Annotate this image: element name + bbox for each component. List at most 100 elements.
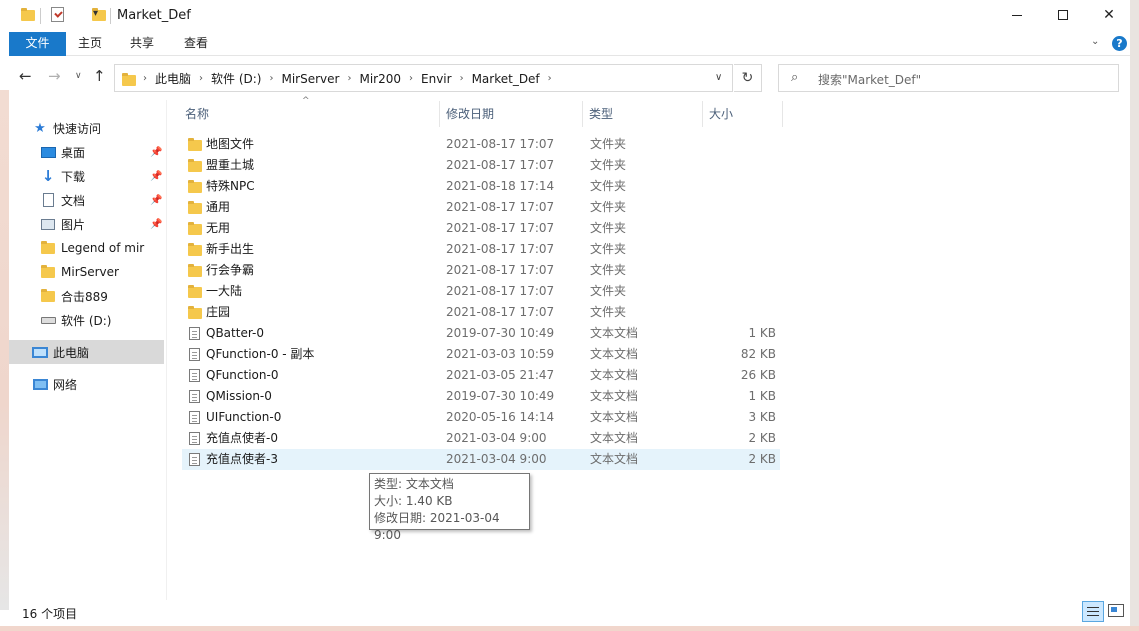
recent-locations-icon[interactable]: ∨ (75, 71, 82, 81)
chevron-right-icon[interactable]: › (195, 73, 207, 84)
table-row[interactable]: QBatter-0 2019-07-30 10:49 文本文档 1 KB (182, 323, 782, 344)
text-file-icon (189, 453, 200, 466)
minimize-button[interactable] (994, 0, 1040, 30)
pin-icon[interactable]: 📌 (150, 147, 162, 158)
table-row[interactable]: 行会争霸 2021-08-17 17:07 文件夹 (182, 260, 782, 281)
file-name: 充值点使者-0 (206, 431, 278, 445)
column-header-date[interactable]: 修改日期 (440, 101, 583, 127)
download-icon: ↓ (41, 167, 55, 185)
sidebar-item-legend-of-mir[interactable]: Legend of mir (9, 236, 164, 260)
chevron-right-icon[interactable]: › (265, 73, 277, 84)
table-row[interactable]: 新手出生 2021-08-17 17:07 文件夹 (182, 239, 782, 260)
sidebar-item-heji889[interactable]: 合击889 (9, 284, 164, 308)
details-view-button[interactable] (1082, 601, 1104, 622)
search-input[interactable]: ⌕ 搜索"Market_Def" (778, 64, 1119, 92)
sidebar-item-label: 网络 (53, 377, 78, 392)
file-date: 2021-08-17 17:07 (446, 242, 555, 256)
sidebar-item-drive-d[interactable]: 软件 (D:) (9, 308, 164, 332)
pin-icon[interactable]: 📌 (150, 171, 162, 182)
file-type: 文本文档 (590, 431, 639, 445)
sidebar-item-label: 此电脑 (53, 345, 90, 360)
table-row[interactable]: 庄园 2021-08-17 17:07 文件夹 (182, 302, 782, 323)
back-button[interactable]: ← (19, 67, 32, 85)
tab-share[interactable]: 共享 (117, 32, 167, 56)
pin-icon[interactable]: 📌 (150, 195, 162, 206)
table-row[interactable]: QFunction-0 - 副本 2021-03-03 10:59 文本文档 82 K… (182, 344, 782, 365)
table-row[interactable]: UIFunction-0 2020-05-16 14:14 文本文档 3 KB (182, 407, 782, 428)
folder-icon (188, 264, 202, 277)
star-icon: ★ (34, 120, 46, 136)
tooltip-type: 类型: 文本文档 (374, 477, 454, 491)
folder-icon (188, 222, 202, 235)
folder-icon (188, 180, 202, 193)
table-row[interactable]: 特殊NPC 2021-08-18 17:14 文件夹 (182, 176, 782, 197)
folder-icon (188, 243, 202, 256)
sidebar-item-desktop[interactable]: 桌面 📌 (9, 140, 164, 164)
file-name: QBatter-0 (206, 326, 264, 340)
navigation-pane: ★ 快速访问 桌面 📌 ↓ 下载 📌 文档 📌 图片 📌 Legend of m… (9, 100, 167, 600)
window-title: Market_Def (117, 8, 191, 23)
chevron-right-icon[interactable]: › (456, 73, 468, 84)
sidebar-item-network[interactable]: 网络 (9, 372, 164, 396)
breadcrumb: › 此电脑 › 软件 (D:) › MirServer › Mir200 › E… (139, 70, 556, 87)
breadcrumb-item[interactable]: MirServer (277, 72, 343, 86)
table-row[interactable]: 无用 2021-08-17 17:07 文件夹 (182, 218, 782, 239)
tab-file[interactable]: 文件 (9, 32, 66, 56)
expand-ribbon-icon[interactable]: ⌄ (1091, 36, 1099, 47)
table-row[interactable]: QMission-0 2019-07-30 10:49 文本文档 1 KB (182, 386, 782, 407)
table-row[interactable]: QFunction-0 2021-03-05 21:47 文本文档 26 KB (182, 365, 782, 386)
table-row[interactable]: 充值点使者-0 2021-03-04 9:00 文本文档 2 KB (182, 428, 782, 449)
column-header-name[interactable]: 名称 (182, 101, 440, 127)
chevron-down-icon[interactable]: ∨ (715, 72, 722, 83)
file-name: 特殊NPC (206, 179, 255, 193)
refresh-button[interactable]: ↻ (734, 64, 762, 92)
file-name: 地图文件 (206, 137, 255, 151)
breadcrumb-item[interactable]: Market_Def (468, 72, 544, 86)
table-row[interactable]: 充值点使者-3 2021-03-04 9:00 文本文档 2 KB (182, 449, 780, 470)
chevron-right-icon[interactable]: › (405, 73, 417, 84)
customize-quick-access-icon[interactable]: ▾ (93, 8, 98, 19)
chevron-right-icon[interactable]: › (139, 73, 151, 84)
column-header-size[interactable]: 大小 (703, 101, 783, 127)
sidebar-item-downloads[interactable]: ↓ 下载 📌 (9, 164, 164, 188)
chevron-right-icon[interactable]: › (343, 73, 355, 84)
breadcrumb-item[interactable]: Envir (417, 72, 456, 86)
breadcrumb-item[interactable]: 此电脑 (151, 70, 195, 87)
pin-icon[interactable]: 📌 (150, 219, 162, 230)
forward-button[interactable]: → (48, 67, 61, 85)
tab-view[interactable]: 查看 (171, 32, 221, 56)
close-button[interactable]: ✕ (1086, 0, 1132, 30)
table-row[interactable]: 通用 2021-08-17 17:07 文件夹 (182, 197, 782, 218)
text-file-icon (189, 390, 200, 403)
file-date: 2021-08-17 17:07 (446, 263, 555, 277)
file-rows: 地图文件 2021-08-17 17:07 文件夹 盟重土城 2021-08-17 17… (182, 134, 782, 470)
breadcrumb-item[interactable]: 软件 (D:) (207, 70, 265, 87)
table-row[interactable]: 盟重土城 2021-08-17 17:07 文件夹 (182, 155, 782, 176)
chevron-right-icon[interactable]: › (544, 73, 556, 84)
title-bar: ▾ Market_Def ✕ (9, 0, 1130, 32)
large-icons-view-button[interactable] (1108, 604, 1124, 617)
table-row[interactable]: 地图文件 2021-08-17 17:07 文件夹 (182, 134, 782, 155)
column-header-type[interactable]: 类型 (583, 101, 703, 127)
file-name: 一大陆 (206, 284, 243, 298)
folder-icon (21, 8, 35, 21)
desktop-background-left (0, 90, 9, 610)
maximize-button[interactable] (1040, 0, 1086, 30)
help-icon[interactable]: ? (1112, 36, 1127, 51)
properties-icon[interactable] (51, 7, 64, 22)
file-type: 文本文档 (590, 410, 639, 424)
breadcrumb-item[interactable]: Mir200 (355, 72, 405, 86)
file-name: 无用 (206, 221, 231, 235)
file-type: 文件夹 (590, 242, 627, 256)
sidebar-item-mirserver[interactable]: MirServer (9, 260, 164, 284)
sidebar-item-quick-access[interactable]: ★ 快速访问 (9, 116, 164, 140)
sidebar-item-pictures[interactable]: 图片 📌 (9, 212, 164, 236)
sidebar-item-documents[interactable]: 文档 📌 (9, 188, 164, 212)
table-row[interactable]: 一大陆 2021-08-17 17:07 文件夹 (182, 281, 782, 302)
sidebar-item-label: 软件 (D:) (61, 313, 112, 328)
tab-home[interactable]: 主页 (66, 32, 114, 56)
file-date: 2021-08-17 17:07 (446, 305, 555, 319)
sidebar-item-this-pc[interactable]: 此电脑 (9, 340, 164, 364)
up-button[interactable]: ↑ (93, 67, 106, 85)
address-bar[interactable]: › 此电脑 › 软件 (D:) › MirServer › Mir200 › E… (114, 64, 733, 92)
